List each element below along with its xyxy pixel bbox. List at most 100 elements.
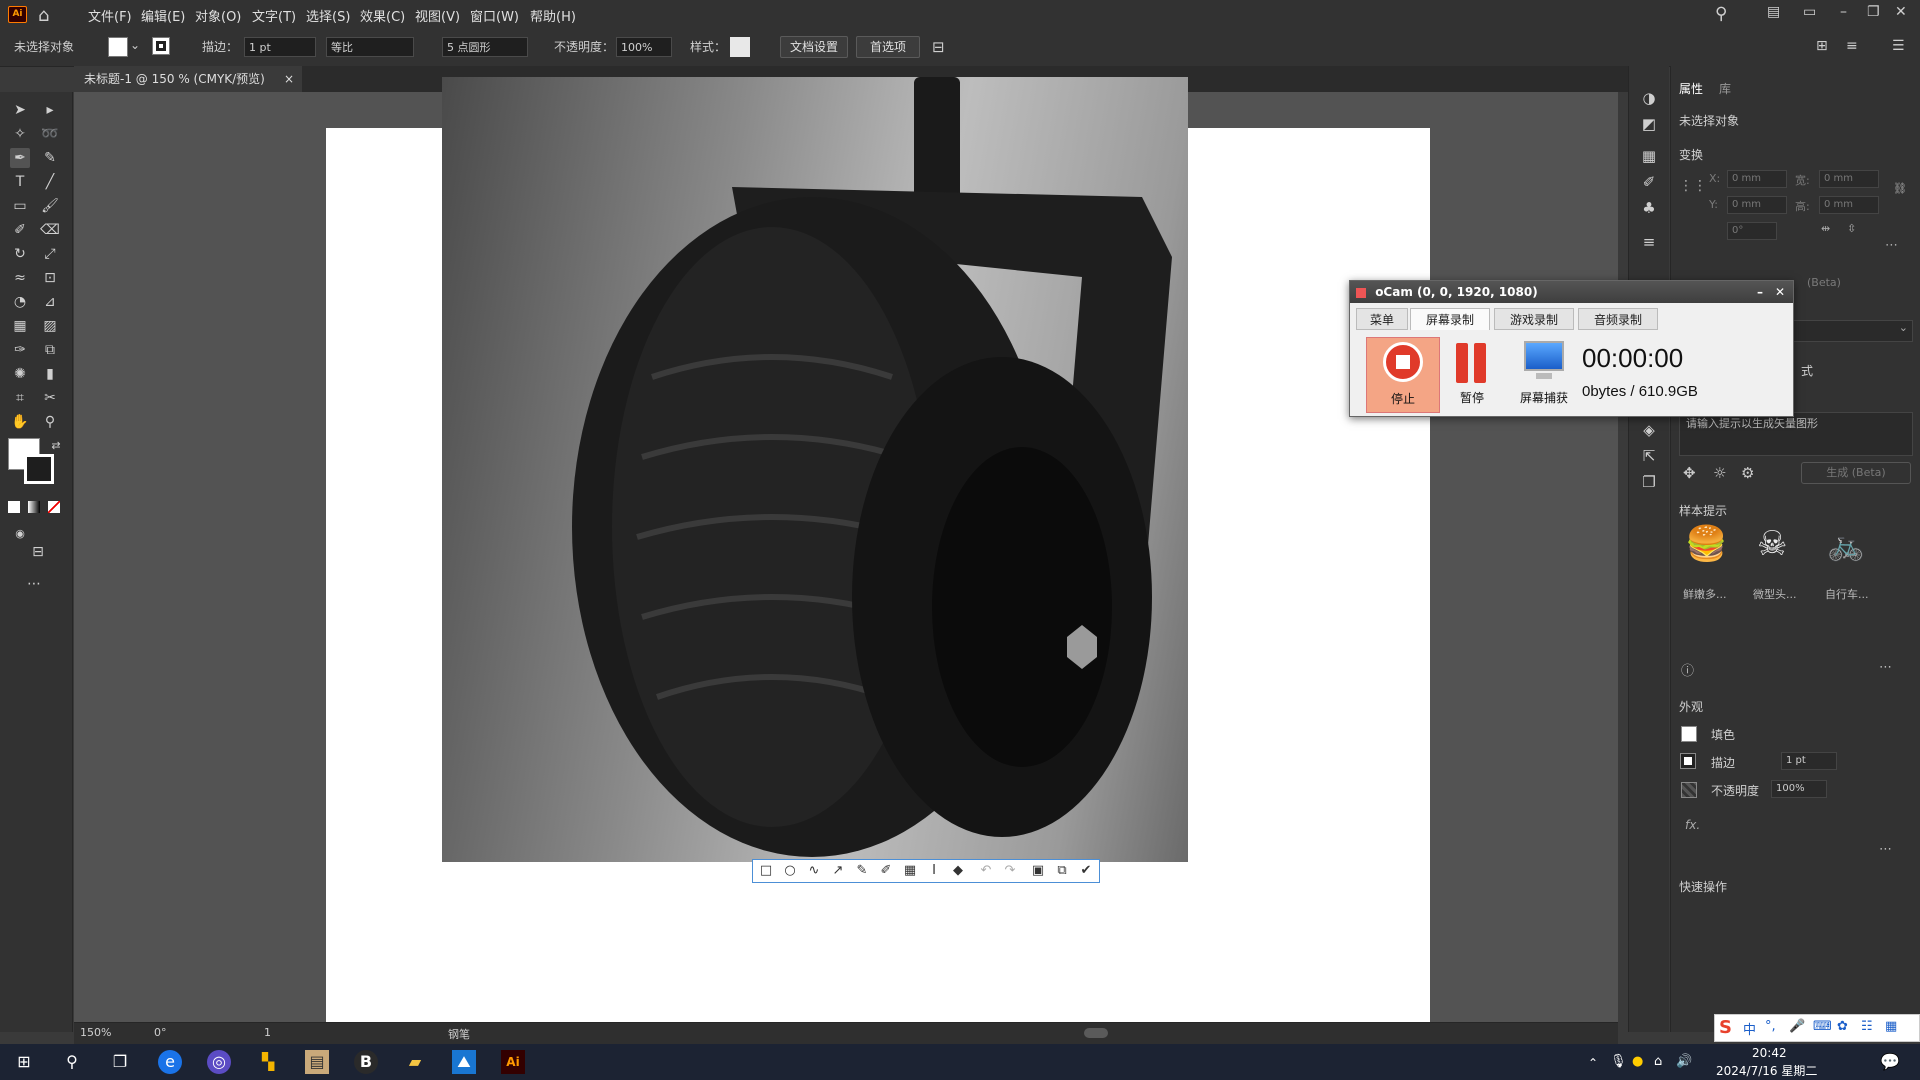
edit-toolbar-icon[interactable]: ⋯	[24, 574, 44, 594]
free-transform-tool-icon[interactable]: ⊡	[40, 268, 60, 288]
y-field[interactable]: 0 mm	[1727, 196, 1787, 214]
appearance-fill-swatch[interactable]	[1681, 726, 1697, 742]
menu-window[interactable]: 窗口(W)	[470, 6, 519, 25]
appearance-fill-label[interactable]: 填色	[1711, 726, 1735, 743]
arrange-docs-icon[interactable]: ≡	[1846, 38, 1858, 54]
ocam-tab-menu[interactable]: 菜单	[1356, 308, 1408, 330]
tab-libraries[interactable]: 库	[1719, 80, 1731, 97]
draw-mode-icon[interactable]: ◉	[10, 524, 30, 544]
appearance-opacity-field[interactable]: 100%	[1771, 780, 1827, 798]
prompt-input[interactable]: 请输入提示以生成矢量图形	[1679, 412, 1913, 456]
blend-tool-icon[interactable]: ⧉	[40, 340, 60, 360]
skin-icon[interactable]: ✿	[1837, 1019, 1848, 1034]
more-options-icon[interactable]: ⋯	[1885, 238, 1898, 253]
shape-builder-tool-icon[interactable]: ◔	[10, 292, 30, 312]
app-flag-icon[interactable]: ▚	[256, 1050, 280, 1074]
browser-icon[interactable]: e	[158, 1050, 182, 1074]
brushes-icon[interactable]: ✐	[1639, 172, 1659, 192]
artboard-tool-icon[interactable]: ⌗	[10, 388, 30, 408]
graph-tool-icon[interactable]: ▮	[40, 364, 60, 384]
shaper-tool-icon[interactable]: ✐	[10, 220, 30, 240]
paintbrush-tool-icon[interactable]: 🖌	[40, 196, 60, 216]
angle-field[interactable]: 0°	[1727, 222, 1777, 240]
artboards-icon[interactable]: ❐	[1639, 472, 1659, 492]
gradient-mode-icon[interactable]	[28, 501, 40, 513]
layers-icon[interactable]: ◈	[1639, 420, 1659, 440]
rectangle-tool-icon[interactable]: ▭	[10, 196, 30, 216]
app-photos-icon[interactable]: ⛰	[452, 1050, 476, 1074]
keyboard-icon[interactable]: ⌨	[1813, 1019, 1832, 1034]
transform-icon[interactable]: ⊞	[1816, 38, 1828, 54]
constrain-proportions-icon[interactable]: ⛓	[1893, 182, 1907, 195]
stroke-color-swatch[interactable]	[24, 454, 54, 484]
symbols-icon[interactable]: ♣	[1639, 198, 1659, 218]
settings-icon[interactable]: ⚙	[1741, 464, 1754, 482]
type-tool-icon[interactable]: T	[10, 172, 30, 192]
notifications-icon[interactable]: 💬	[1880, 1052, 1900, 1071]
eraser-icon[interactable]: ◆	[947, 862, 969, 880]
bicycle-icon[interactable]: 🚲	[1827, 528, 1864, 563]
workspace-icon[interactable]: ▭	[1803, 4, 1816, 20]
skull-icon[interactable]: ☠	[1757, 524, 1787, 564]
flip-horizontal-icon[interactable]: ⇹	[1821, 222, 1830, 235]
arrow-icon[interactable]: ↗	[827, 862, 849, 880]
menu-help[interactable]: 帮助(H)	[530, 6, 576, 25]
search-icon[interactable]: ⚲	[60, 1050, 84, 1074]
app-circle-icon[interactable]: ◎	[207, 1050, 231, 1074]
pen-tool-icon[interactable]: ✒	[10, 148, 30, 168]
magic-wand-tool-icon[interactable]: ✧	[10, 124, 30, 144]
color-panel-icon[interactable]: ◑	[1639, 88, 1659, 108]
appearance-more-icon[interactable]: ⋯	[1879, 842, 1892, 857]
stroke-panel-icon[interactable]: ≡	[1639, 232, 1659, 252]
rotation-value[interactable]: 0°	[154, 1026, 167, 1039]
info-icon[interactable]: ⓘ	[1681, 660, 1694, 679]
tray-app-icon[interactable]: ●	[1632, 1054, 1643, 1069]
width-field[interactable]: 0 mm	[1819, 170, 1879, 188]
lasso-tool-icon[interactable]: ➿	[40, 124, 60, 144]
ocam-stop-button[interactable]: 停止	[1366, 337, 1440, 413]
undo-icon[interactable]: ↶	[975, 862, 997, 880]
menu-type[interactable]: 文字(T)	[252, 6, 296, 25]
fill-swatch[interactable]	[108, 37, 128, 57]
artboard-number[interactable]: 1	[264, 1026, 271, 1039]
scale-tool-icon[interactable]: ⤢	[40, 244, 60, 264]
ocam-tab-screen[interactable]: 屏幕录制	[1410, 308, 1490, 330]
screen-mode-icon[interactable]: ⊟	[28, 542, 48, 562]
file-explorer-icon[interactable]: ▰	[403, 1050, 427, 1074]
windows-start-icon[interactable]: ⊞	[12, 1050, 36, 1074]
warp-tool-icon[interactable]: ≈	[10, 268, 30, 288]
copy-icon[interactable]: ⧉	[1051, 862, 1073, 880]
lightbulb-icon[interactable]: ☼	[1713, 464, 1726, 482]
slice-tool-icon[interactable]: ✂	[40, 388, 60, 408]
menu-object[interactable]: 对象(O)	[195, 6, 241, 25]
toolbox-icon[interactable]: ☷	[1861, 1019, 1873, 1034]
document-setup-button[interactable]: 文档设置	[780, 36, 848, 58]
appearance-stroke-swatch[interactable]	[1680, 753, 1696, 769]
appearance-opacity-label[interactable]: 不透明度	[1711, 782, 1759, 799]
appearance-stroke-field[interactable]: 1 pt	[1781, 752, 1837, 770]
x-field[interactable]: 0 mm	[1727, 170, 1787, 188]
ime-mode[interactable]: 中	[1743, 1019, 1756, 1038]
export-icon[interactable]: ⇱	[1639, 446, 1659, 466]
menu-edit[interactable]: 编辑(E)	[141, 6, 185, 25]
none-mode-icon[interactable]	[48, 501, 60, 513]
arrange-icon[interactable]: ▤	[1767, 4, 1780, 20]
punctuation-icon[interactable]: °,	[1765, 1019, 1776, 1034]
hand-tool-icon[interactable]: ✋	[10, 412, 30, 432]
flip-vertical-icon[interactable]: ⇳	[1847, 222, 1856, 235]
sogou-logo-icon[interactable]: S	[1719, 1017, 1732, 1038]
microphone-icon[interactable]: 🎙	[1610, 1054, 1627, 1069]
illustrator-taskbar-icon[interactable]: Ai	[501, 1050, 525, 1074]
ellipse-icon[interactable]: ○	[779, 862, 801, 880]
placed-image-caster-wheel[interactable]	[442, 77, 1188, 862]
rectangle-icon[interactable]: □	[755, 862, 777, 880]
close-icon[interactable]: ✕	[1895, 4, 1907, 20]
document-tab[interactable]: 未标题-1 @ 150 % (CMYK/预览) ×	[74, 66, 302, 92]
direct-selection-tool-icon[interactable]: ▸	[40, 100, 60, 120]
selection-tool-icon[interactable]: ➤	[10, 100, 30, 120]
eraser-tool-icon[interactable]: ⌫	[40, 220, 60, 240]
burger-icon[interactable]: 🍔	[1685, 524, 1727, 564]
tab-properties[interactable]: 属性	[1679, 80, 1703, 97]
line-tool-icon[interactable]: ╱	[40, 172, 60, 192]
minimize-icon[interactable]: –	[1840, 4, 1847, 20]
